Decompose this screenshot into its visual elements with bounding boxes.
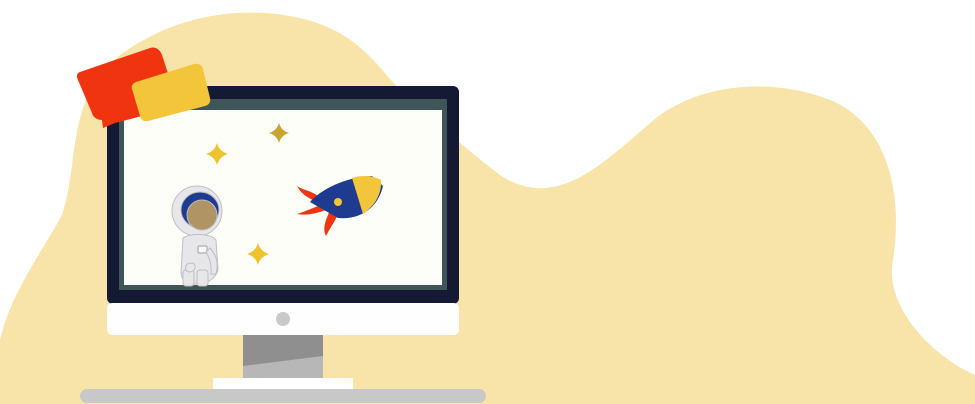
astronaut-leg-left bbox=[182, 269, 195, 287]
astronaut-glove bbox=[185, 262, 196, 273]
monitor-button bbox=[276, 312, 290, 326]
astronaut-leg-right bbox=[196, 269, 209, 287]
monitor-stand-foot bbox=[213, 378, 353, 389]
astronaut-face bbox=[186, 199, 218, 231]
desk-base bbox=[80, 389, 486, 403]
screen bbox=[124, 110, 442, 285]
illustration-stage bbox=[0, 0, 975, 404]
rocket-window bbox=[334, 198, 342, 206]
computer-space-illustration bbox=[0, 12, 975, 404]
